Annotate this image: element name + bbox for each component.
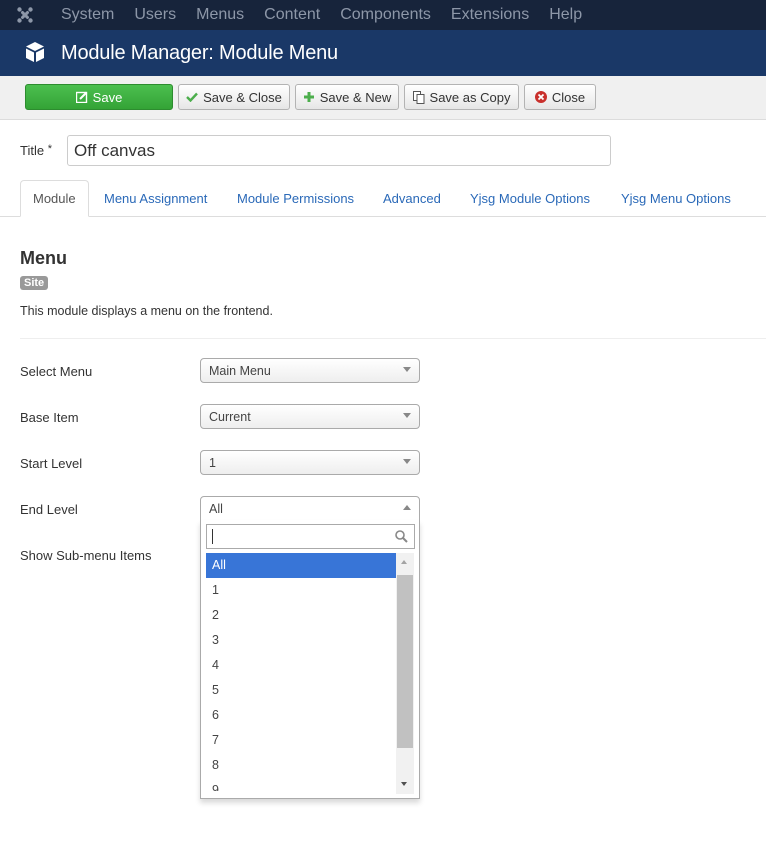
select-menu-dropdown[interactable]: Main Menu	[200, 358, 420, 383]
nav-users[interactable]: Users	[134, 6, 176, 24]
chevron-up-icon	[403, 505, 411, 510]
tab-yjsg-menu-options[interactable]: Yjsg Menu Options	[621, 180, 731, 217]
start-level-value: 1	[209, 455, 216, 470]
nav-extensions[interactable]: Extensions	[451, 6, 529, 24]
dropdown-option[interactable]: 9	[206, 778, 396, 791]
scroll-up-arrow-icon[interactable]	[401, 560, 407, 564]
save-new-button[interactable]: Save & New	[295, 84, 399, 110]
check-icon	[186, 92, 198, 102]
module-description: This module displays a menu on the front…	[20, 304, 273, 318]
end-level-value: All	[209, 501, 223, 516]
required-star: *	[47, 143, 52, 155]
close-button[interactable]: Close	[524, 84, 596, 110]
chevron-down-icon	[403, 413, 411, 418]
joomla-logo-icon[interactable]	[0, 0, 50, 30]
chevron-down-icon	[403, 459, 411, 464]
save-label: Save	[92, 89, 123, 105]
start-level-dropdown[interactable]: 1	[200, 450, 420, 475]
close-circle-icon	[534, 91, 547, 103]
title-label-text: Title	[20, 143, 45, 158]
title-input-value: Off canvas	[74, 140, 155, 160]
base-item-dropdown[interactable]: Current	[200, 404, 420, 429]
scroll-down-arrow-icon[interactable]	[401, 782, 407, 786]
page-title: Module Manager: Module Menu	[61, 42, 338, 64]
dropdown-option[interactable]: 6	[206, 703, 396, 728]
save-close-button[interactable]: Save & Close	[178, 84, 290, 110]
show-submenu-label: Show Sub-menu Items	[20, 548, 152, 563]
scrollbar-thumb[interactable]	[397, 575, 413, 748]
dropdown-option[interactable]: 2	[206, 603, 396, 628]
dropdown-option[interactable]: 1	[206, 578, 396, 603]
nav-system[interactable]: System	[61, 6, 114, 24]
select-menu-value: Main Menu	[209, 363, 271, 378]
tab-bar: Module Menu Assignment Module Permission…	[0, 180, 766, 217]
dropdown-option[interactable]: 8	[206, 753, 396, 778]
dropdown-scrollbar[interactable]	[396, 553, 414, 794]
nav-content[interactable]: Content	[264, 6, 320, 24]
copy-icon	[412, 90, 425, 104]
nav-help[interactable]: Help	[549, 6, 582, 24]
base-item-value: Current	[209, 409, 251, 424]
dropdown-option[interactable]: 7	[206, 728, 396, 753]
dropdown-option[interactable]: 4	[206, 653, 396, 678]
title-label: Title *	[20, 143, 52, 158]
toolbar: Save Save & Close Save & New Save as Cop…	[0, 76, 766, 120]
nav-menus[interactable]: Menus	[196, 6, 244, 24]
dropdown-options-list: All 1 2 3 4 5 6 7 8 9	[206, 553, 396, 791]
select-menu-label: Select Menu	[20, 364, 93, 379]
save-new-label: Save & New	[319, 89, 392, 105]
nav-components[interactable]: Components	[340, 6, 431, 24]
end-level-label: End Level	[20, 502, 78, 517]
end-level-options-panel: All 1 2 3 4 5 6 7 8 9	[200, 520, 420, 799]
tab-menu-assignment[interactable]: Menu Assignment	[104, 180, 207, 217]
page-header: Module Manager: Module Menu	[0, 30, 766, 76]
dropdown-option[interactable]: 5	[206, 678, 396, 703]
save-copy-label: Save as Copy	[429, 89, 511, 105]
dropdown-option[interactable]: 3	[206, 628, 396, 653]
tab-yjsg-module-options[interactable]: Yjsg Module Options	[470, 180, 590, 217]
edit-icon	[75, 91, 88, 103]
base-item-label: Base Item	[20, 410, 79, 425]
dropdown-option[interactable]: All	[206, 553, 396, 578]
start-level-label: Start Level	[20, 456, 83, 471]
close-label: Close	[551, 89, 586, 105]
chevron-down-icon	[403, 367, 411, 372]
search-icon	[395, 530, 408, 546]
top-navbar: System Users Menus Content Components Ex…	[0, 0, 766, 30]
tab-module-permissions[interactable]: Module Permissions	[237, 180, 354, 217]
plus-icon	[303, 91, 315, 103]
title-input[interactable]: Off canvas	[67, 135, 611, 166]
tab-module[interactable]: Module	[20, 180, 89, 217]
divider	[20, 338, 766, 339]
dropdown-search-input[interactable]	[206, 524, 415, 549]
site-badge: Site	[20, 276, 49, 290]
text-caret	[212, 529, 213, 544]
save-close-label: Save & Close	[203, 89, 282, 105]
cube-icon	[25, 41, 45, 66]
save-button[interactable]: Save	[25, 84, 173, 110]
save-as-copy-button[interactable]: Save as Copy	[404, 84, 519, 110]
end-level-dropdown[interactable]: All	[200, 496, 420, 521]
tab-advanced[interactable]: Advanced	[383, 180, 441, 217]
module-heading: Menu	[20, 248, 67, 268]
